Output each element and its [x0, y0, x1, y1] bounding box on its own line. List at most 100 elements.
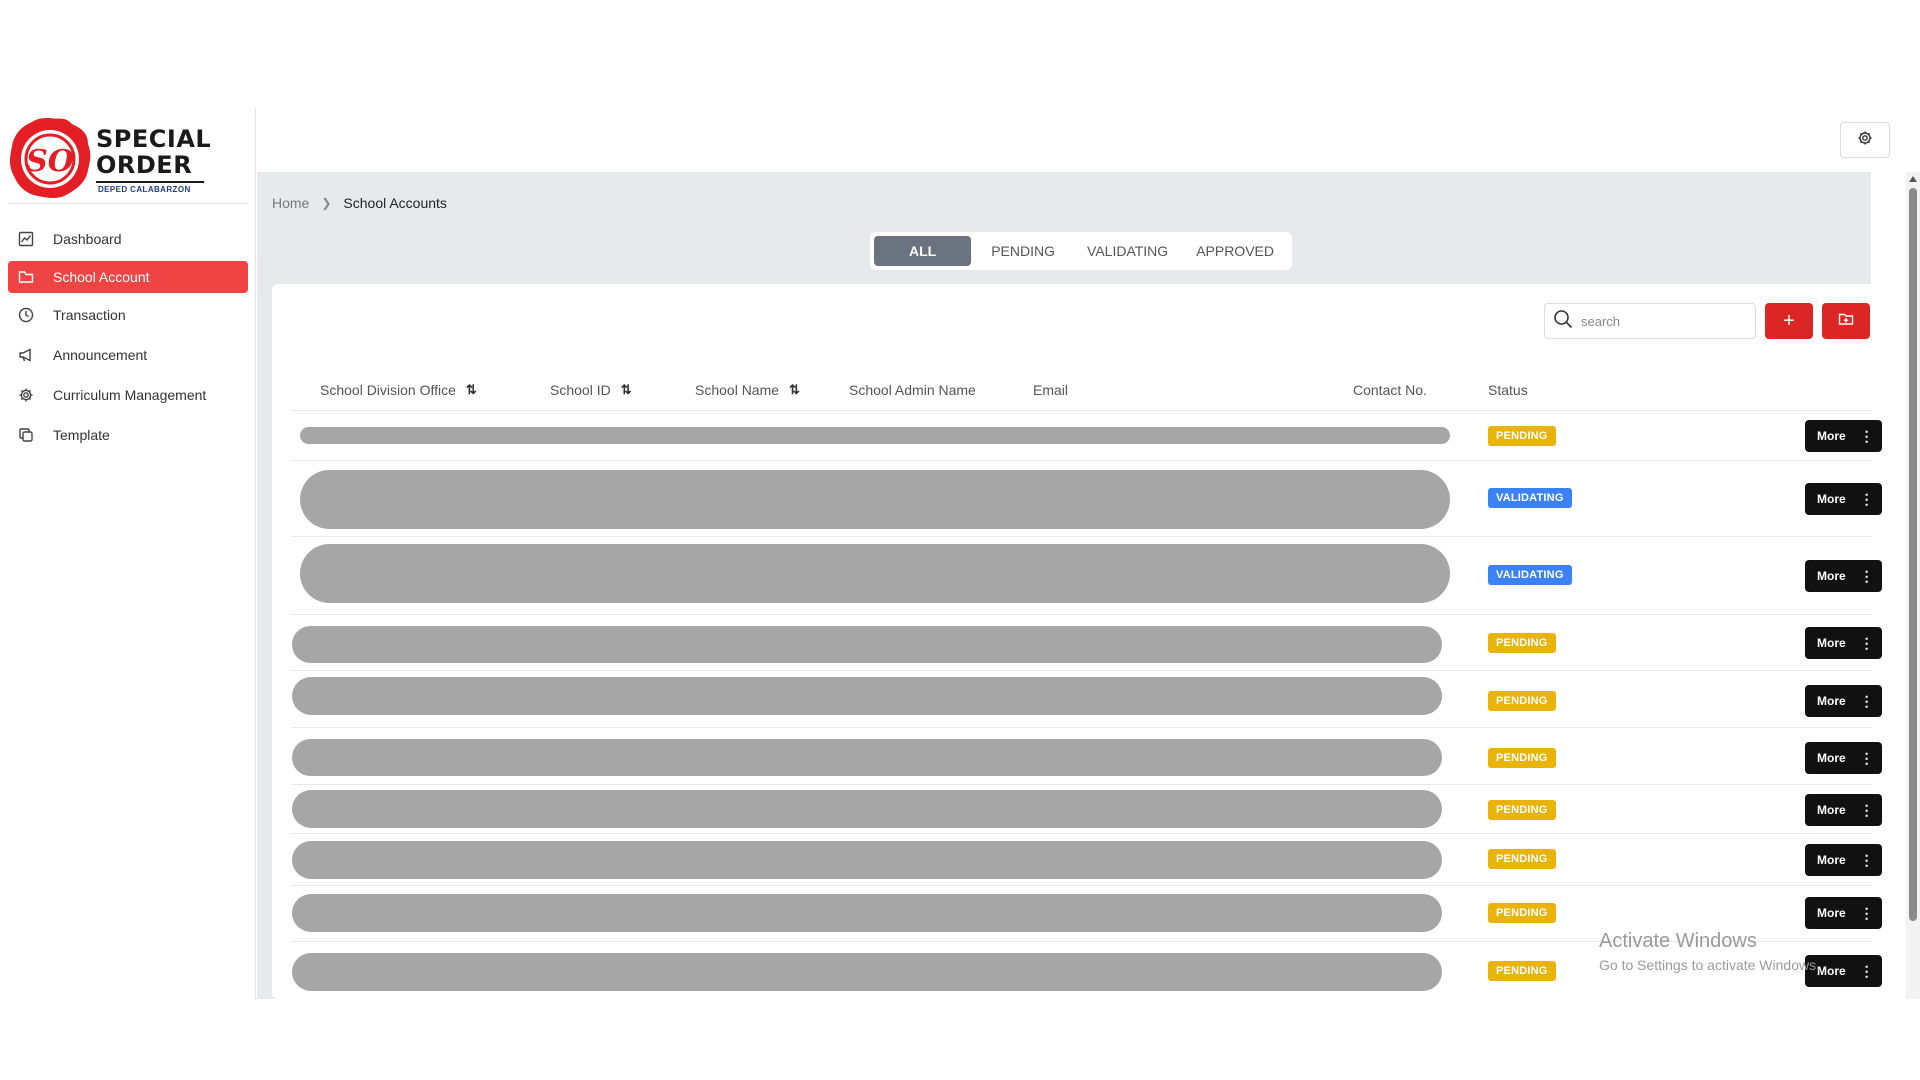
status-badge: PENDING — [1488, 691, 1556, 711]
chart-icon — [17, 230, 35, 248]
table-header: School Division Office ⇅ School ID ⇅ Sch… — [292, 370, 1872, 410]
kebab-icon: ⋮ — [1859, 851, 1874, 868]
column-label: Contact No. — [1353, 382, 1427, 398]
more-label: More — [1817, 751, 1846, 765]
redacted-row-content — [292, 790, 1442, 828]
table-row: VALIDATING More ⋮ — [292, 536, 1882, 614]
more-label: More — [1817, 803, 1846, 817]
sidebar-item-label: Curriculum Management — [53, 387, 207, 403]
more-button[interactable]: More ⋮ — [1805, 483, 1882, 515]
column-header-division-office[interactable]: School Division Office ⇅ — [320, 370, 477, 410]
more-button[interactable]: More ⋮ — [1805, 627, 1882, 659]
tab-approved[interactable]: APPROVED — [1182, 236, 1288, 266]
chevron-right-icon: ❯ — [321, 196, 332, 210]
breadcrumb-home[interactable]: Home — [272, 195, 309, 211]
scrollbar-thumb[interactable] — [1909, 188, 1917, 921]
more-label: More — [1817, 429, 1846, 443]
more-label: More — [1817, 569, 1846, 583]
search-box[interactable] — [1544, 303, 1756, 339]
sort-icon[interactable]: ⇅ — [466, 382, 477, 398]
more-label: More — [1817, 694, 1846, 708]
megaphone-icon — [17, 346, 35, 364]
app-logo[interactable]: SO SPECIAL ORDER DEPED CALABARZON — [8, 114, 248, 208]
logo-underline — [96, 181, 204, 183]
sidebar-item-dashboard[interactable]: Dashboard — [8, 221, 248, 257]
status-badge: PENDING — [1488, 800, 1556, 820]
column-header-school-id[interactable]: School ID ⇅ — [550, 370, 632, 410]
sidebar: SO SPECIAL ORDER DEPED CALABARZON Dashbo… — [0, 108, 256, 999]
more-button[interactable]: More ⋮ — [1805, 685, 1882, 717]
sidebar-item-curriculum-management[interactable]: Curriculum Management — [8, 377, 248, 413]
breadcrumb-current: School Accounts — [343, 195, 447, 211]
table-row: PENDING More ⋮ — [292, 614, 1882, 670]
status-badge: VALIDATING — [1488, 488, 1572, 508]
tab-pending[interactable]: PENDING — [977, 236, 1069, 266]
table-row: PENDING More ⋮ — [292, 833, 1882, 885]
status-badge: VALIDATING — [1488, 565, 1572, 585]
redacted-row-content — [300, 427, 1450, 444]
more-button[interactable]: More ⋮ — [1805, 955, 1882, 987]
add-account-button[interactable]: + — [1765, 303, 1813, 339]
kebab-icon: ⋮ — [1859, 490, 1874, 507]
sidebar-item-school-account[interactable]: School Account — [8, 261, 248, 293]
status-badge: PENDING — [1488, 961, 1556, 981]
table-row: PENDING More ⋮ — [292, 784, 1882, 833]
scrollbar[interactable] — [1906, 172, 1920, 999]
redacted-row-content — [292, 739, 1442, 776]
folder-icon — [1838, 310, 1854, 333]
redacted-row-content — [300, 470, 1450, 529]
kebab-icon: ⋮ — [1859, 749, 1874, 766]
logo-subtitle: DEPED CALABARZON — [98, 185, 191, 194]
column-label: School ID — [550, 382, 611, 398]
school-accounts-card: + School Division Office ⇅ School ID ⇅ S — [272, 284, 1891, 999]
more-button[interactable]: More ⋮ — [1805, 844, 1882, 876]
svg-text:SO: SO — [26, 144, 74, 179]
more-label: More — [1817, 964, 1846, 978]
gear-icon — [17, 386, 35, 404]
more-button[interactable]: More ⋮ — [1805, 420, 1882, 452]
more-button[interactable]: More ⋮ — [1805, 794, 1882, 826]
status-badge: PENDING — [1488, 849, 1556, 869]
breadcrumb: Home ❯ School Accounts — [272, 195, 447, 211]
sidebar-item-template[interactable]: Template — [8, 417, 248, 453]
sort-icon[interactable]: ⇅ — [789, 382, 800, 398]
column-header-admin-name: School Admin Name — [849, 370, 976, 410]
column-label: School Admin Name — [849, 382, 976, 398]
search-input[interactable] — [1581, 313, 1741, 329]
logo-title: SPECIAL ORDER — [96, 125, 212, 179]
sidebar-item-announcement[interactable]: Announcement — [8, 337, 248, 373]
main-content: Home ❯ School Accounts ALL PENDING VALID… — [257, 172, 1891, 999]
kebab-icon: ⋮ — [1859, 634, 1874, 651]
more-button[interactable]: More ⋮ — [1805, 742, 1882, 774]
more-button[interactable]: More ⋮ — [1805, 897, 1882, 929]
column-header-school-name[interactable]: School Name ⇅ — [695, 370, 800, 410]
tab-validating[interactable]: VALIDATING — [1073, 236, 1182, 266]
kebab-icon: ⋮ — [1859, 427, 1874, 444]
gear-icon — [1857, 130, 1873, 151]
status-badge: PENDING — [1488, 748, 1556, 768]
table-row: PENDING More ⋮ — [292, 885, 1882, 941]
kebab-icon: ⋮ — [1859, 801, 1874, 818]
sidebar-item-transaction[interactable]: Transaction — [8, 297, 248, 333]
kebab-icon: ⋮ — [1859, 962, 1874, 979]
kebab-icon: ⋮ — [1859, 567, 1874, 584]
copy-icon — [17, 426, 35, 444]
sidebar-item-label: Dashboard — [53, 231, 122, 247]
sidebar-item-label: School Account — [53, 269, 150, 285]
column-label: Status — [1488, 382, 1528, 398]
redacted-row-content — [292, 841, 1442, 879]
export-button[interactable] — [1822, 303, 1870, 339]
redacted-row-content — [300, 544, 1450, 603]
settings-button[interactable] — [1840, 122, 1890, 158]
redacted-row-content — [292, 953, 1442, 991]
scroll-up-arrow-icon[interactable] — [1909, 176, 1917, 182]
tab-all[interactable]: ALL — [874, 236, 972, 266]
topbar — [257, 108, 1920, 172]
column-label: School Division Office — [320, 382, 456, 398]
table-row: PENDING More ⋮ — [292, 410, 1882, 460]
kebab-icon: ⋮ — [1859, 904, 1874, 921]
table-row: VALIDATING More ⋮ — [292, 460, 1882, 536]
status-badge: PENDING — [1488, 633, 1556, 653]
more-button[interactable]: More ⋮ — [1805, 560, 1882, 592]
sort-icon[interactable]: ⇅ — [621, 382, 632, 398]
